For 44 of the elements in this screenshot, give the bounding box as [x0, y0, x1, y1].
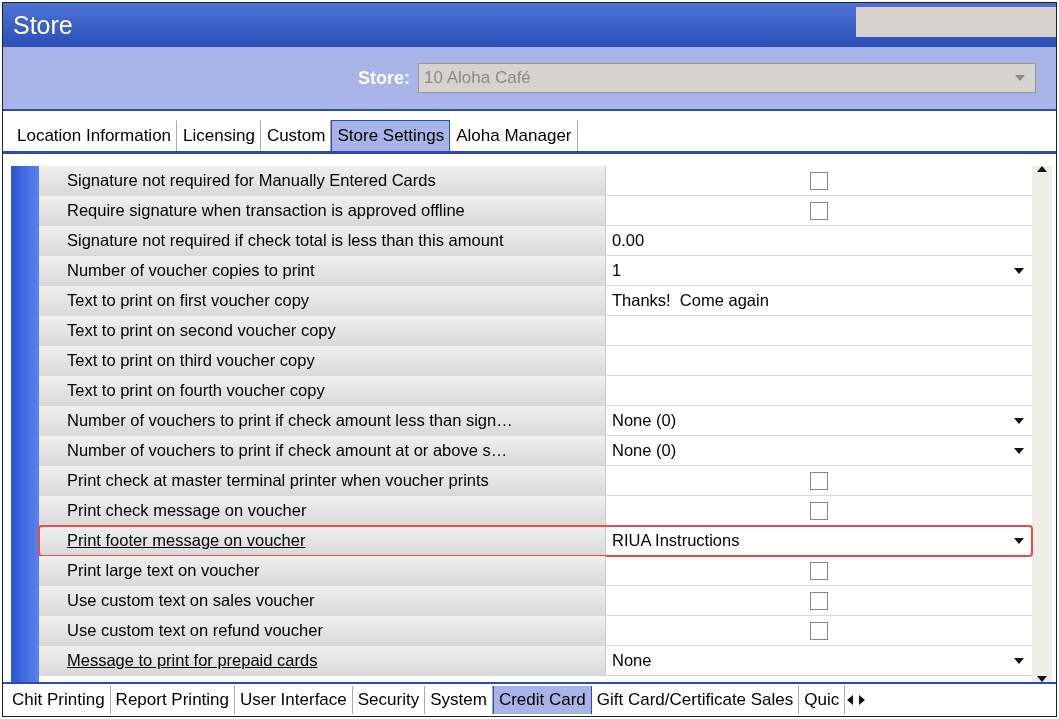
- checkbox[interactable]: [810, 561, 828, 580]
- scroll-right-icon[interactable]: [859, 695, 866, 705]
- setting-value[interactable]: 0.00: [612, 231, 645, 250]
- scroll-up-icon[interactable]: [1037, 166, 1047, 172]
- setting-label: Number of vouchers to print if check amount less than sign…: [39, 406, 606, 435]
- checkbox[interactable]: [810, 471, 828, 490]
- setting-label: Text to print on first voucher copy: [39, 286, 606, 315]
- setting-label: Message to print for prepaid cards: [39, 646, 606, 675]
- setting-label: Text to print on second voucher copy: [39, 316, 606, 345]
- setting-label: Print check message on voucher: [39, 496, 606, 525]
- setting-value[interactable]: None (0): [612, 441, 677, 460]
- setting-label: Text to print on fourth voucher copy: [39, 376, 606, 405]
- scroll-down-icon[interactable]: [1037, 676, 1047, 682]
- setting-label: Print large text on voucher: [39, 556, 606, 585]
- dropdown-arrow-icon[interactable]: [1014, 417, 1024, 424]
- setting-label: Use custom text on sales voucher: [39, 586, 606, 615]
- checkbox[interactable]: [810, 621, 828, 640]
- setting-label: Number of vouchers to print if check amount at or above s…: [39, 436, 606, 465]
- dropdown-arrow-icon[interactable]: [1014, 657, 1024, 664]
- dropdown-arrow-icon[interactable]: [1014, 447, 1024, 454]
- setting-label: Print footer message on voucher: [39, 526, 606, 555]
- dropdown-arrow-icon[interactable]: [1014, 267, 1024, 274]
- setting-value[interactable]: None: [612, 651, 652, 670]
- setting-label: Signature not required if check total is less than this amount: [39, 226, 606, 255]
- checkbox[interactable]: [810, 501, 828, 520]
- window-title: Store: [13, 10, 73, 40]
- store-label: Store:: [358, 67, 410, 89]
- setting-value[interactable]: Thanks! Come again: [612, 291, 769, 310]
- setting-label: Text to print on third voucher copy: [39, 346, 606, 375]
- setting-value[interactable]: RIUA Instructions: [612, 531, 740, 550]
- setting-label: Require signature when transaction is approved offline: [39, 196, 606, 225]
- checkbox[interactable]: [810, 591, 828, 610]
- checkbox[interactable]: [810, 171, 828, 190]
- tab[interactable]: Credit Card: [492, 686, 592, 714]
- checkbox[interactable]: [810, 201, 828, 220]
- setting-label: Number of voucher copies to print: [39, 256, 606, 285]
- setting-label: Signature not required for Manually Entered Cards: [39, 166, 606, 195]
- setting-label: Use custom text on refund voucher: [39, 616, 606, 645]
- scrollbar[interactable]: [1032, 166, 1052, 682]
- setting-value[interactable]: None (0): [612, 411, 677, 430]
- tab[interactable]: Store Settings: [331, 120, 451, 151]
- setting-value[interactable]: 1: [612, 261, 622, 280]
- dropdown-arrow-icon[interactable]: [1014, 537, 1024, 544]
- setting-label: Print check at master terminal printer when voucher prints: [39, 466, 606, 495]
